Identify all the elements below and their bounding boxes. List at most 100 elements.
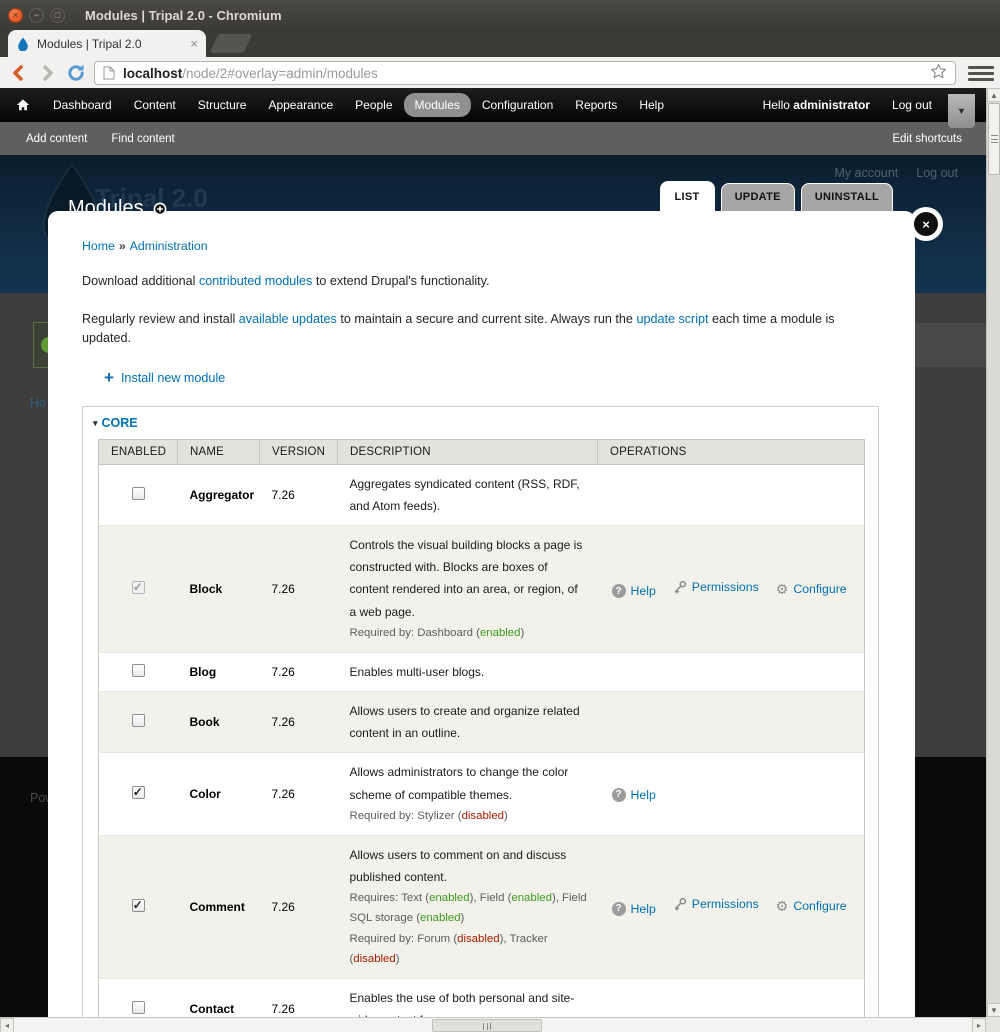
shortcut-links: Add content Find content: [26, 133, 199, 145]
key-icon: [673, 897, 687, 911]
operation-configure[interactable]: ⚙Configure: [776, 899, 847, 913]
module-checkbox[interactable]: [132, 1001, 145, 1014]
new-tab-button[interactable]: [210, 34, 253, 53]
edit-shortcuts-link[interactable]: Edit shortcuts: [892, 133, 962, 145]
horizontal-scroll-thumb[interactable]: [432, 1019, 542, 1032]
vertical-scroll-thumb[interactable]: [988, 103, 1000, 175]
forward-icon[interactable]: [38, 64, 56, 82]
operation-configure[interactable]: ⚙ Configure: [776, 582, 847, 596]
description-text: Controls the visual building blocks a pa…: [350, 534, 588, 623]
admin-menu-appearance[interactable]: Appearance: [257, 93, 344, 117]
module-name: Aggregator: [178, 464, 260, 525]
inline-link[interactable]: update script: [636, 312, 708, 326]
admin-menu-reports[interactable]: Reports: [564, 93, 628, 117]
toolbar-toggle-button[interactable]: ▼: [948, 94, 975, 128]
reload-icon[interactable]: [66, 63, 86, 83]
meta-text: ): [461, 912, 465, 924]
dimmed-page-right: [915, 293, 986, 757]
column-header-description: DESCRIPTION: [338, 439, 598, 464]
overlay-tab-uninstall[interactable]: UNINSTALL: [801, 183, 893, 211]
column-header-name: NAME: [178, 439, 260, 464]
home-icon[interactable]: [16, 98, 30, 112]
scroll-down-icon[interactable]: ▼: [987, 1003, 1000, 1017]
admin-menu: DashboardContentStructureAppearancePeopl…: [42, 93, 675, 117]
admin-logout-link[interactable]: Log out: [892, 98, 932, 112]
site-logout-link[interactable]: Log out: [916, 166, 958, 180]
help-icon: ?: [612, 584, 626, 598]
module-version: 7.26: [260, 835, 338, 978]
vertical-scrollbar[interactable]: ▲ ▼: [986, 88, 1000, 1017]
operation-help[interactable]: ?Help: [612, 788, 656, 802]
table-header-row: ENABLEDNAMEVERSIONDESCRIPTIONOPERATIONS: [99, 439, 865, 464]
window-close-icon[interactable]: ×: [8, 8, 23, 23]
overlay-tab-list[interactable]: LIST: [660, 181, 715, 211]
module-checkbox[interactable]: [132, 487, 145, 500]
collapse-arrow-icon: ▾: [93, 418, 98, 428]
admin-menu-people[interactable]: People: [344, 93, 403, 117]
meta-text: ): [504, 810, 508, 822]
module-checkbox[interactable]: [132, 786, 145, 799]
operation-help[interactable]: ?Help: [612, 584, 656, 598]
operation-help[interactable]: ?Help: [612, 902, 656, 916]
module-requirements: Required by: Dashboard (enabled): [350, 624, 588, 644]
module-version: 7.26: [260, 691, 338, 752]
text-segment: Regularly review and install: [82, 312, 239, 326]
window-maximize-icon[interactable]: □: [50, 8, 65, 23]
admin-menu-dashboard[interactable]: Dashboard: [42, 93, 123, 117]
module-checkbox[interactable]: [132, 714, 145, 727]
browser-tab-strip: Modules | Tripal 2.0 ×: [0, 30, 1000, 57]
horizontal-scrollbar[interactable]: ◂ ▸: [0, 1017, 986, 1032]
browser-tab[interactable]: Modules | Tripal 2.0 ×: [8, 30, 206, 57]
overlay-tab-update[interactable]: UPDATE: [721, 183, 795, 211]
operation-permissions[interactable]: Permissions: [673, 897, 759, 911]
meta-text: ), Field (: [470, 892, 512, 904]
module-description-cell: Allows users to comment on and discuss p…: [338, 835, 598, 978]
breadcrumb-link-home[interactable]: Home: [82, 239, 115, 253]
core-fieldset-legend[interactable]: ▾CORE: [93, 416, 138, 430]
operation-label: Permissions: [692, 580, 759, 594]
modules-table: ENABLEDNAMEVERSIONDESCRIPTIONOPERATIONS …: [98, 439, 865, 1017]
install-new-module-link[interactable]: + Install new module: [104, 371, 225, 385]
status-red: disabled: [462, 810, 504, 822]
admin-menu-configuration[interactable]: Configuration: [471, 93, 564, 117]
gear-icon: ⚙: [776, 582, 789, 596]
shortcut-add-content[interactable]: Add content: [26, 133, 87, 145]
my-account-link[interactable]: My account: [834, 166, 898, 180]
module-enabled-cell: [99, 652, 178, 691]
bookmark-star-icon[interactable]: [930, 63, 947, 83]
module-checkbox[interactable]: [132, 899, 145, 912]
help-icon: ?: [612, 788, 626, 802]
module-name: Color: [178, 753, 260, 835]
scroll-right-icon[interactable]: ▸: [972, 1018, 986, 1032]
admin-menu-modules[interactable]: Modules: [404, 93, 471, 117]
module-description-cell: Allows users to create and organize rela…: [338, 691, 598, 752]
admin-menu-structure[interactable]: Structure: [187, 93, 258, 117]
meta-text: ): [520, 627, 524, 639]
browser-window: × − □ Modules | Tripal 2.0 - Chromium Mo…: [0, 0, 1000, 1032]
operation-permissions[interactable]: Permissions: [673, 580, 759, 594]
address-bar[interactable]: localhost/node/2#overlay=admin/modules: [94, 61, 956, 85]
add-shortcut-icon[interactable]: [153, 202, 167, 216]
scroll-left-icon[interactable]: ◂: [0, 1018, 14, 1032]
module-checkbox[interactable]: [132, 664, 145, 677]
breadcrumb-link-administration[interactable]: Administration: [130, 239, 208, 253]
inline-link[interactable]: contributed modules: [199, 274, 312, 288]
browser-menu-icon[interactable]: [968, 63, 994, 83]
core-fieldset: ▾CORE ENABLEDNAMEVERSIONDESCRIPTIONOPERA…: [82, 406, 879, 1017]
modules-overlay: Home»Administration Download additional …: [48, 211, 915, 1017]
module-version: 7.26: [260, 526, 338, 653]
inline-link[interactable]: available updates: [239, 312, 337, 326]
overlay-close-button[interactable]: ×: [914, 212, 938, 236]
module-name: Contact: [178, 978, 260, 1017]
intro-paragraph: Regularly review and install available u…: [82, 310, 879, 348]
table-row-contact: Contact7.26Enables the use of both perso…: [99, 978, 865, 1017]
admin-menu-help[interactable]: Help: [628, 93, 675, 117]
window-minimize-icon[interactable]: −: [29, 8, 44, 23]
back-icon[interactable]: [10, 64, 28, 82]
operation-label: Configure: [793, 582, 846, 596]
tab-close-icon[interactable]: ×: [190, 36, 198, 51]
shortcut-find-content[interactable]: Find content: [111, 133, 174, 145]
scroll-up-icon[interactable]: ▲: [987, 88, 1000, 102]
dimmed-home-link-fragment: Ho: [30, 396, 46, 410]
admin-menu-content[interactable]: Content: [123, 93, 187, 117]
